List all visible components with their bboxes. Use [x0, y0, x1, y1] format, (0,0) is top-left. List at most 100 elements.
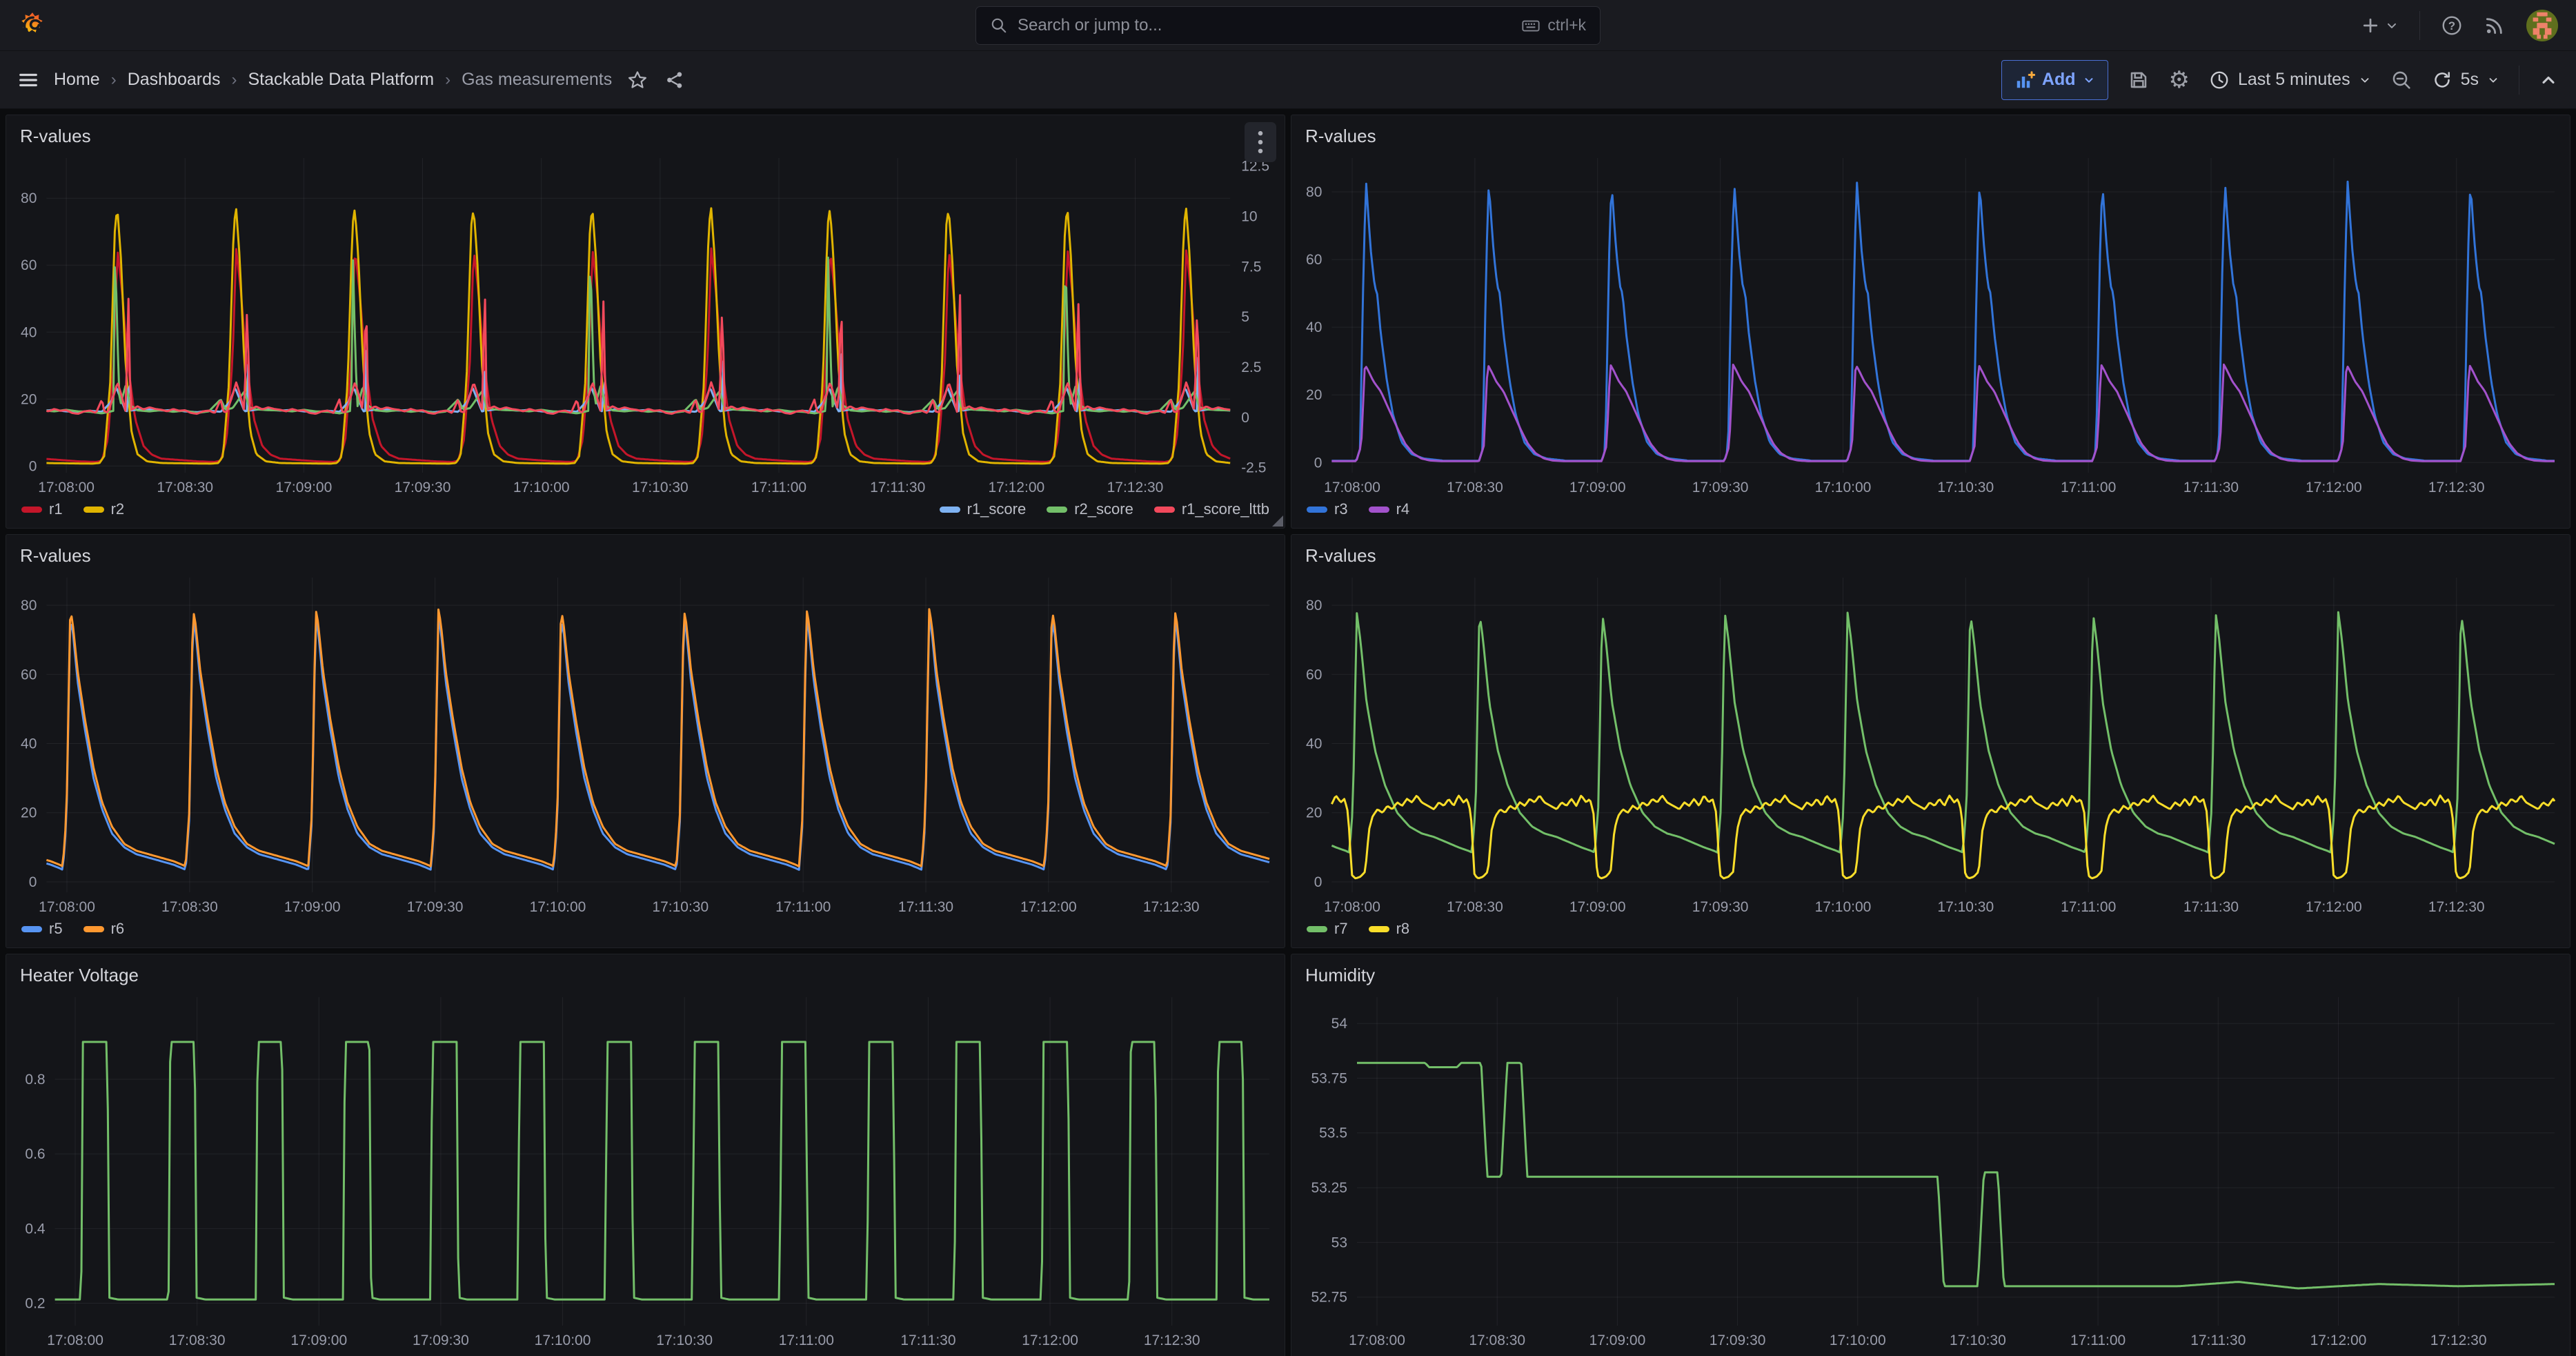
- question-circle-icon: ?: [2441, 14, 2463, 37]
- svg-text:17:12:00: 17:12:00: [1020, 899, 1077, 915]
- panel-title: R-values: [20, 545, 91, 567]
- svg-text:53.5: 53.5: [1319, 1126, 1347, 1141]
- svg-text:0.2: 0.2: [25, 1296, 45, 1312]
- dashboard-settings-button[interactable]: ⚙: [2169, 68, 2190, 92]
- help-button[interactable]: ?: [2441, 14, 2463, 37]
- svg-text:17:09:30: 17:09:30: [1692, 480, 1749, 495]
- svg-text:17:10:00: 17:10:00: [530, 899, 586, 915]
- svg-text:17:11:00: 17:11:00: [2070, 1333, 2126, 1348]
- svg-text:17:11:00: 17:11:00: [2061, 899, 2116, 915]
- legend-item-r1[interactable]: r1: [21, 500, 63, 518]
- time-series-chart[interactable]: 17:08:0017:08:3017:09:0017:09:3017:10:00…: [1291, 989, 2570, 1353]
- legend-item-r6[interactable]: r6: [83, 920, 125, 938]
- svg-text:17:12:00: 17:12:00: [2306, 899, 2362, 915]
- svg-text:17:11:30: 17:11:30: [2183, 480, 2239, 495]
- svg-text:17:10:30: 17:10:30: [652, 899, 709, 915]
- time-range-picker[interactable]: Last 5 minutes: [2209, 70, 2371, 90]
- svg-text:17:12:30: 17:12:30: [1143, 899, 1200, 915]
- svg-text:17:09:00: 17:09:00: [1589, 1333, 1646, 1348]
- panel-header: R-values: [1291, 535, 2570, 569]
- svg-text:17:09:00: 17:09:00: [276, 480, 333, 495]
- keyboard-icon: [1521, 16, 1540, 35]
- svg-text:0: 0: [1314, 455, 1322, 471]
- mega-menu-button[interactable]: [18, 70, 39, 90]
- svg-text:17:12:00: 17:12:00: [2310, 1333, 2367, 1348]
- save-dashboard-button[interactable]: [2128, 69, 2150, 91]
- svg-text:17:08:00: 17:08:00: [47, 1333, 103, 1348]
- refresh-picker[interactable]: 5s: [2432, 70, 2499, 90]
- svg-text:40: 40: [1306, 736, 1322, 752]
- time-series-chart[interactable]: 17:08:0017:08:3017:09:0017:09:3017:10:00…: [1291, 150, 2570, 500]
- legend-item-r8[interactable]: r8: [1369, 920, 1410, 938]
- svg-text:17:09:30: 17:09:30: [407, 899, 464, 915]
- svg-text:80: 80: [21, 598, 37, 613]
- svg-text:17:12:30: 17:12:30: [2430, 1333, 2487, 1348]
- legend-swatch: [1307, 926, 1327, 932]
- breadcrumb-dashboards[interactable]: Dashboards: [128, 70, 221, 90]
- favorite-button[interactable]: [627, 70, 648, 90]
- svg-text:0.4: 0.4: [25, 1221, 46, 1237]
- panel-header: R-values: [1291, 115, 2570, 150]
- legend-item-humidity[interactable]: humidity: [1307, 1353, 1391, 1356]
- breadcrumb-home[interactable]: Home: [54, 70, 100, 90]
- time-series-chart[interactable]: 17:08:0017:08:3017:09:0017:09:3017:10:00…: [6, 989, 1285, 1353]
- svg-text:17:12:00: 17:12:00: [1022, 1333, 1078, 1348]
- breadcrumb-folder[interactable]: Stackable Data Platform: [248, 70, 435, 90]
- new-menu-button[interactable]: [2360, 15, 2399, 36]
- svg-text:40: 40: [21, 736, 37, 752]
- panel-header: R-values: [6, 115, 1285, 150]
- search-icon: [990, 17, 1008, 35]
- search-input[interactable]: Search or jump to... ctrl+k: [975, 6, 1601, 45]
- svg-text:17:11:30: 17:11:30: [870, 480, 925, 495]
- time-series-chart[interactable]: 17:08:0017:08:3017:09:0017:09:3017:10:00…: [6, 150, 1285, 500]
- panel-menu-button[interactable]: [1245, 122, 1276, 162]
- legend-swatch: [1307, 507, 1327, 513]
- svg-text:17:10:30: 17:10:30: [1950, 1333, 2006, 1348]
- svg-text:2.5: 2.5: [1241, 360, 1261, 375]
- svg-text:20: 20: [21, 805, 37, 821]
- legend-item-r2_score[interactable]: r2_score: [1047, 500, 1133, 518]
- legend-item-r5[interactable]: r5: [21, 920, 63, 938]
- svg-text:53: 53: [1331, 1235, 1347, 1250]
- star-icon: [627, 70, 648, 90]
- share-button[interactable]: [664, 70, 685, 90]
- svg-text:40: 40: [1306, 320, 1322, 335]
- legend-item-r3[interactable]: r3: [1307, 500, 1348, 518]
- chevron-down-icon: [2083, 74, 2095, 86]
- time-series-chart[interactable]: 17:08:0017:08:3017:09:0017:09:3017:10:00…: [6, 569, 1285, 920]
- legend-item-heatervoltage[interactable]: heatervoltage: [21, 1353, 141, 1356]
- legend-item-r7[interactable]: r7: [1307, 920, 1348, 938]
- svg-text:17:08:00: 17:08:00: [1324, 480, 1380, 495]
- zoom-out-button[interactable]: [2390, 69, 2412, 91]
- series-r6: [46, 609, 1269, 867]
- legend-item-r1_score[interactable]: r1_score: [940, 500, 1027, 518]
- svg-text:17:12:30: 17:12:30: [2428, 480, 2485, 495]
- user-avatar[interactable]: [2526, 10, 2558, 41]
- add-panel-button[interactable]: Add: [2001, 60, 2108, 100]
- panel-r-values-1: R-values 17:08:0017:08:3017:09:0017:09:3…: [6, 115, 1285, 529]
- panel-title: R-values: [1305, 545, 1376, 567]
- legend-item-r2[interactable]: r2: [83, 500, 125, 518]
- svg-text:17:09:00: 17:09:00: [1569, 480, 1626, 495]
- search-shortcut-label: ctrl+k: [1547, 16, 1586, 35]
- svg-text:54: 54: [1331, 1016, 1348, 1032]
- panel-resize-handle[interactable]: [1272, 515, 1283, 527]
- time-series-chart[interactable]: 17:08:0017:08:3017:09:0017:09:3017:10:00…: [1291, 569, 2570, 920]
- panel-title: R-values: [20, 126, 91, 147]
- collapse-controls-button[interactable]: [2539, 70, 2558, 90]
- svg-text:17:08:30: 17:08:30: [169, 1333, 226, 1348]
- svg-text:17:11:00: 17:11:00: [2061, 480, 2116, 495]
- svg-text:17:09:30: 17:09:30: [413, 1333, 469, 1348]
- legend-item-r1_score_lttb[interactable]: r1_score_lttb: [1154, 500, 1269, 518]
- time-range-label: Last 5 minutes: [2238, 70, 2350, 90]
- svg-text:17:11:30: 17:11:30: [2183, 899, 2239, 915]
- legend-swatch: [1154, 507, 1175, 513]
- panel-heater-voltage: Heater Voltage 17:08:0017:08:3017:09:001…: [6, 954, 1285, 1356]
- grafana-logo[interactable]: [18, 11, 47, 40]
- legend-item-r4[interactable]: r4: [1369, 500, 1410, 518]
- svg-text:17:12:30: 17:12:30: [1144, 1333, 1200, 1348]
- news-button[interactable]: [2484, 14, 2506, 37]
- legend-swatch: [21, 507, 42, 513]
- breadcrumb-current-dashboard: Gas measurements: [462, 70, 612, 90]
- zoom-out-icon: [2390, 69, 2412, 91]
